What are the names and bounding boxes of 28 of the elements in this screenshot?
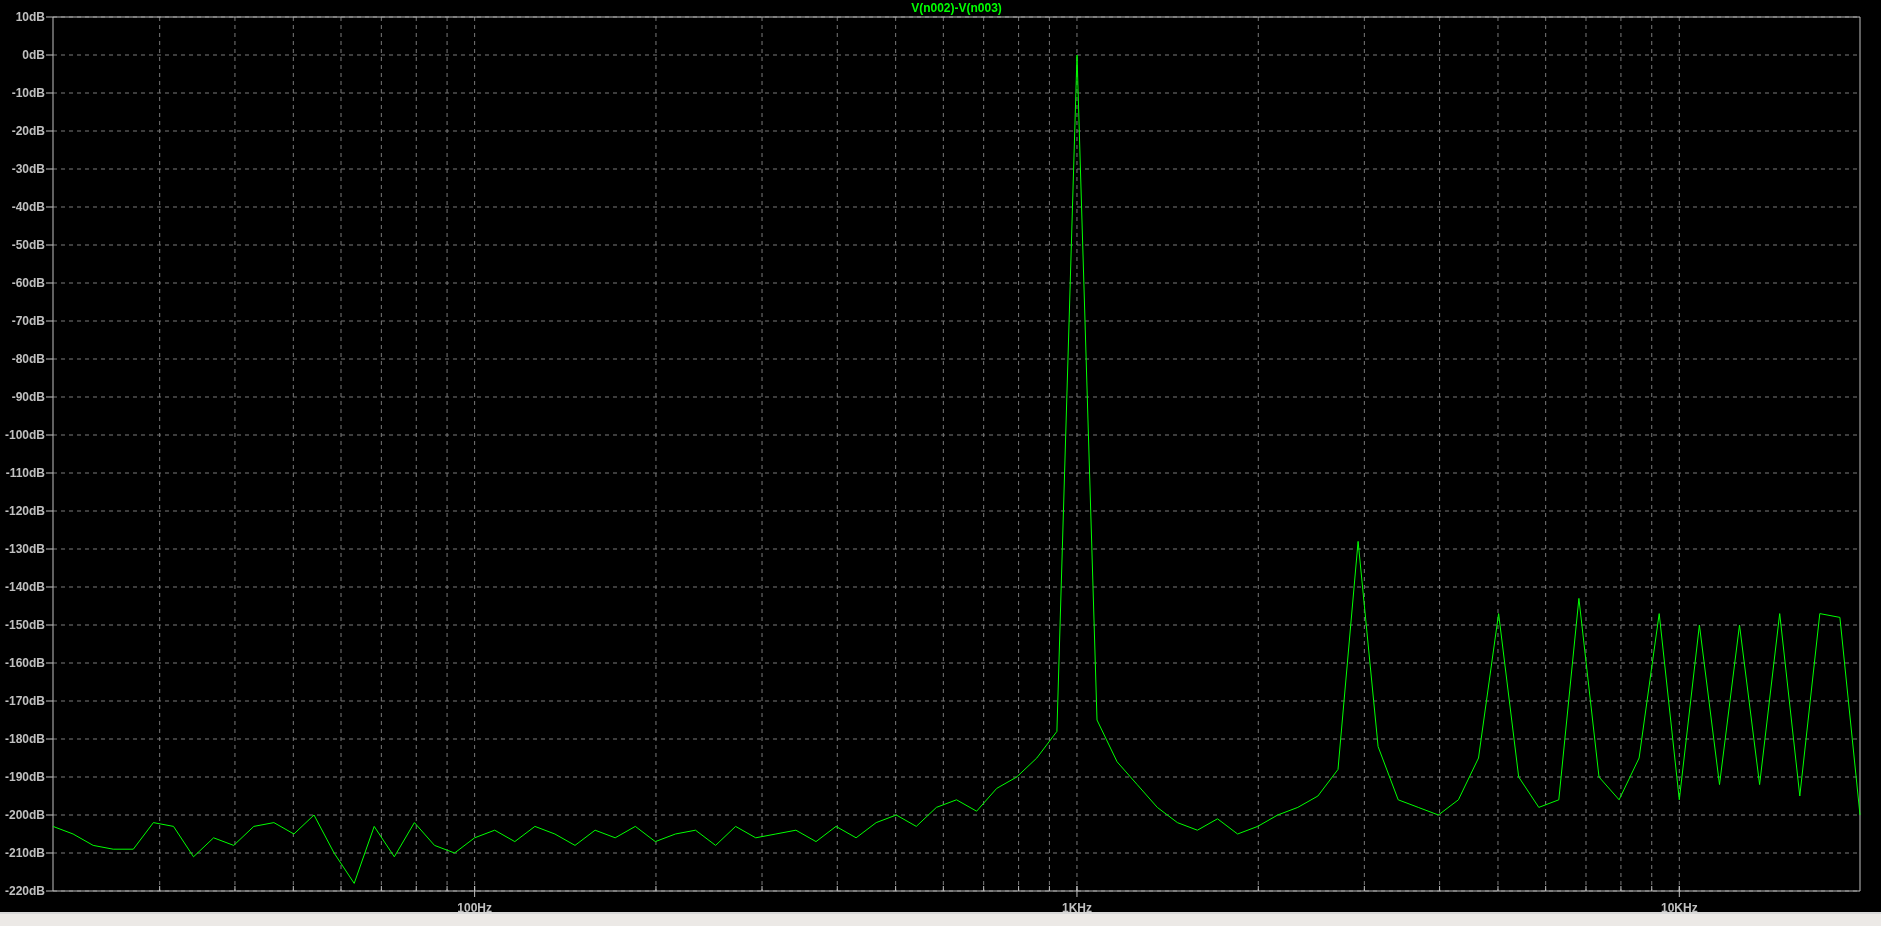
y-axis-label: -40dB [11,200,45,214]
y-axis-label: -180dB [5,732,45,746]
y-axis-label: -210dB [5,846,45,860]
y-axis-label: -120dB [5,504,45,518]
y-axis-label: -20dB [11,124,45,138]
y-axis-label: -170dB [5,694,45,708]
y-axis-label: -190dB [5,770,45,784]
y-axis-label: -200dB [5,808,45,822]
y-axis-label: -50dB [11,238,45,252]
x-axis-label: 1KHz [1061,901,1092,912]
y-axis-label: -70dB [11,314,45,328]
y-axis-label: -160dB [5,656,45,670]
y-axis-label: -220dB [5,884,45,898]
y-axis-label: -150dB [5,618,45,632]
y-axis-label: 10dB [15,10,45,24]
y-axis-label: -110dB [5,466,45,480]
y-axis-label: -80dB [11,352,45,366]
y-axis-label: -130dB [5,542,45,556]
y-axis-label: -140dB [5,580,45,594]
y-axis-label: -90dB [11,390,45,404]
y-axis-label: -100dB [5,428,45,442]
trace-label: V(n002)-V(n003) [911,1,1002,15]
x-axis-label: 10KHz [1660,901,1698,912]
y-axis-label: -30dB [11,162,45,176]
y-axis-label: -60dB [11,276,45,290]
y-axis-label: 0dB [22,48,45,62]
x-axis-label: 100Hz [457,901,492,912]
y-axis-label: -10dB [11,86,45,100]
